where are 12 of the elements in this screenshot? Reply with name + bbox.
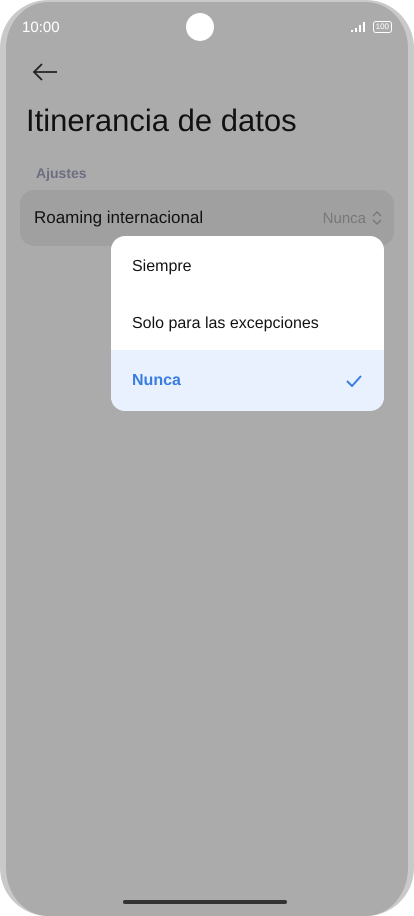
camera-hole-icon xyxy=(186,13,214,41)
status-time: 10:00 xyxy=(22,18,60,36)
battery-indicator: 100 xyxy=(372,21,392,33)
chevron-up-down-icon xyxy=(372,210,382,226)
setting-label: Roaming internacional xyxy=(34,208,204,228)
signal-icon xyxy=(350,22,367,32)
section-header: Ajustes xyxy=(36,165,88,181)
menu-option[interactable]: Nunca xyxy=(111,350,384,411)
page-title: Itinerancia de datos xyxy=(26,103,298,139)
menu-option[interactable]: Solo para las excepciones xyxy=(111,297,384,350)
check-icon xyxy=(346,374,362,386)
back-arrow-icon[interactable] xyxy=(32,63,58,81)
